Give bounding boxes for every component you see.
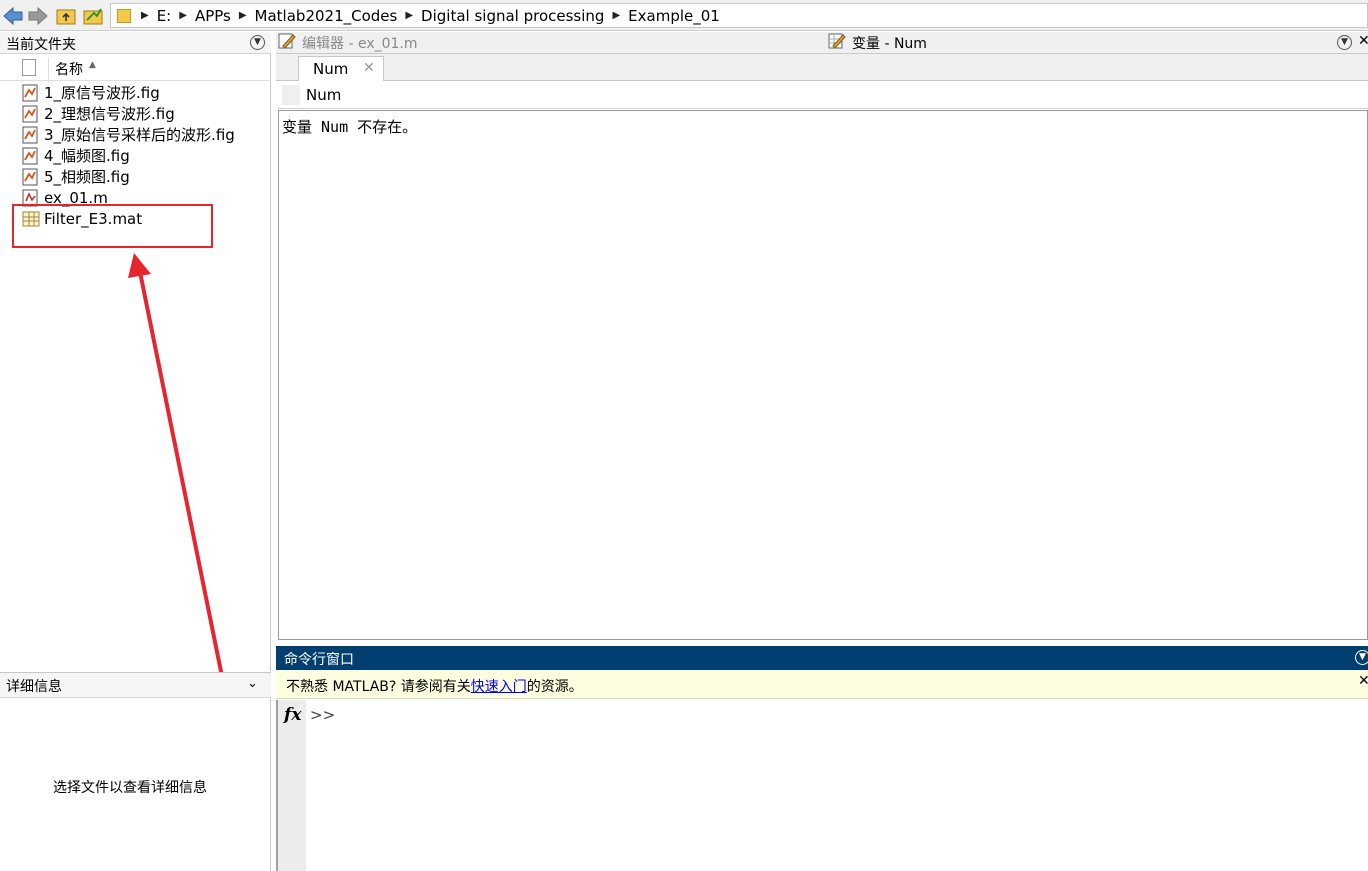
chevron-right-icon: ▶ [612, 10, 621, 21]
name-column-header[interactable]: 名称 [55, 59, 83, 79]
fig-file-icon [22, 126, 40, 144]
file-item[interactable]: 2_理想信号波形.fig [22, 103, 175, 124]
variable-name-label: Num [306, 86, 342, 104]
current-folder-panel: 当前文件夹 ▼ 名称 ▲ 1_原信号波形.fig 2_理想信号波形.fig 3_… [0, 32, 271, 671]
variable-message: 变量 Num 不存在。 [282, 118, 418, 136]
command-input-area[interactable]: fx >> [276, 700, 1368, 871]
file-name: 1_原信号波形.fig [44, 84, 160, 102]
command-window-title-bar: 命令行窗口 ▼ [276, 646, 1368, 670]
tab-label: Num [313, 60, 349, 78]
tab-variable[interactable]: 变量 - Num [828, 32, 927, 54]
folder-icon [117, 8, 131, 23]
chevron-down-icon[interactable]: ⌄ [247, 676, 258, 691]
fx-icon[interactable]: fx [284, 705, 301, 725]
command-prompt: >> [310, 706, 336, 724]
fig-file-icon [22, 105, 40, 123]
tab-label: 编辑器 - ex_01.m [302, 36, 418, 52]
panel-title: 命令行窗口 [284, 652, 354, 668]
breadcrumb-item[interactable]: Example_01 [622, 7, 726, 25]
details-panel: 详细信息 ⌄ 选择文件以查看详细信息 [0, 672, 271, 871]
file-name: 2_理想信号波形.fig [44, 105, 175, 123]
panel-menu-icon[interactable]: ▼ [250, 35, 265, 50]
details-placeholder-text: 选择文件以查看详细信息 [53, 780, 207, 796]
chevron-right-icon: ▶ [405, 10, 414, 21]
address-toolbar: ▶ E: ▶ APPs ▶ Matlab2021_Codes ▶ Digital… [0, 0, 1368, 31]
file-item[interactable]: 5_相频图.fig [22, 166, 130, 187]
tab-num[interactable]: Num ✕ [298, 56, 384, 81]
close-icon[interactable]: ✕ [1358, 673, 1368, 689]
command-window-notice: 不熟悉 MATLAB? 请参阅有关快速入门的资源。 ✕ [276, 670, 1368, 699]
panel-title: 当前文件夹 [6, 37, 76, 53]
fig-file-icon [22, 168, 40, 186]
breadcrumb-item[interactable]: E: [151, 7, 178, 25]
file-list-header: 名称 ▲ [0, 55, 271, 82]
panel-menu-icon[interactable]: ▼ [1337, 35, 1352, 50]
variable-editor-body: 变量 Num 不存在。 [278, 110, 1368, 640]
file-name: 5_相频图.fig [44, 168, 130, 186]
details-title-bar: 详细信息 ⌄ [0, 673, 271, 698]
breadcrumb-item[interactable]: Matlab2021_Codes [249, 7, 404, 25]
browse-folder-icon[interactable] [82, 5, 104, 27]
file-type-column-icon[interactable] [22, 59, 36, 76]
fx-gutter: fx [278, 700, 306, 871]
close-icon[interactable]: ✕ [363, 60, 375, 76]
fig-file-icon [22, 147, 40, 165]
up-folder-icon[interactable] [55, 5, 77, 27]
close-icon[interactable]: ✕ [1358, 33, 1368, 49]
quick-start-link[interactable]: 快速入门 [471, 679, 527, 695]
chevron-right-icon: ▶ [179, 10, 187, 21]
highlight-box [12, 204, 213, 248]
breadcrumb-item[interactable]: Digital signal processing [415, 7, 610, 25]
breadcrumb-item[interactable]: APPs [189, 7, 237, 25]
file-name: 3_原始信号采样后的波形.fig [44, 126, 235, 144]
panel-title: 详细信息 [6, 679, 62, 695]
document-tab-bar: 编辑器 - ex_01.m 变量 - Num ▼ ✕ [276, 32, 1368, 54]
file-name: 4_幅频图.fig [44, 147, 130, 165]
panel-menu-icon[interactable]: ▼ [1355, 650, 1368, 665]
chevron-right-icon: ▶ [141, 10, 149, 21]
variable-header: Num [278, 82, 1368, 109]
corner-cell [282, 85, 300, 105]
sort-ascending-icon: ▲ [89, 60, 96, 70]
chevron-right-icon: ▶ [238, 10, 247, 21]
file-item[interactable]: 1_原信号波形.fig [22, 82, 160, 103]
current-folder-title-bar: 当前文件夹 ▼ [0, 32, 271, 54]
variable-tabs: Num ✕ [276, 54, 1368, 81]
file-item[interactable]: 4_幅频图.fig [22, 145, 130, 166]
pencil-icon [278, 32, 296, 54]
pencil-icon [828, 32, 846, 54]
file-item[interactable]: 3_原始信号采样后的波形.fig [22, 124, 235, 145]
tab-label: 变量 - Num [852, 36, 927, 52]
back-arrow-icon[interactable] [2, 5, 24, 27]
forward-arrow-icon[interactable] [27, 5, 49, 27]
fig-file-icon [22, 84, 40, 102]
notice-text: 不熟悉 MATLAB? 请参阅有关 [286, 679, 471, 695]
breadcrumb[interactable]: ▶ E: ▶ APPs ▶ Matlab2021_Codes ▶ Digital… [110, 3, 1368, 28]
notice-text: 的资源。 [526, 679, 583, 695]
tab-editor[interactable]: 编辑器 - ex_01.m [278, 32, 418, 54]
